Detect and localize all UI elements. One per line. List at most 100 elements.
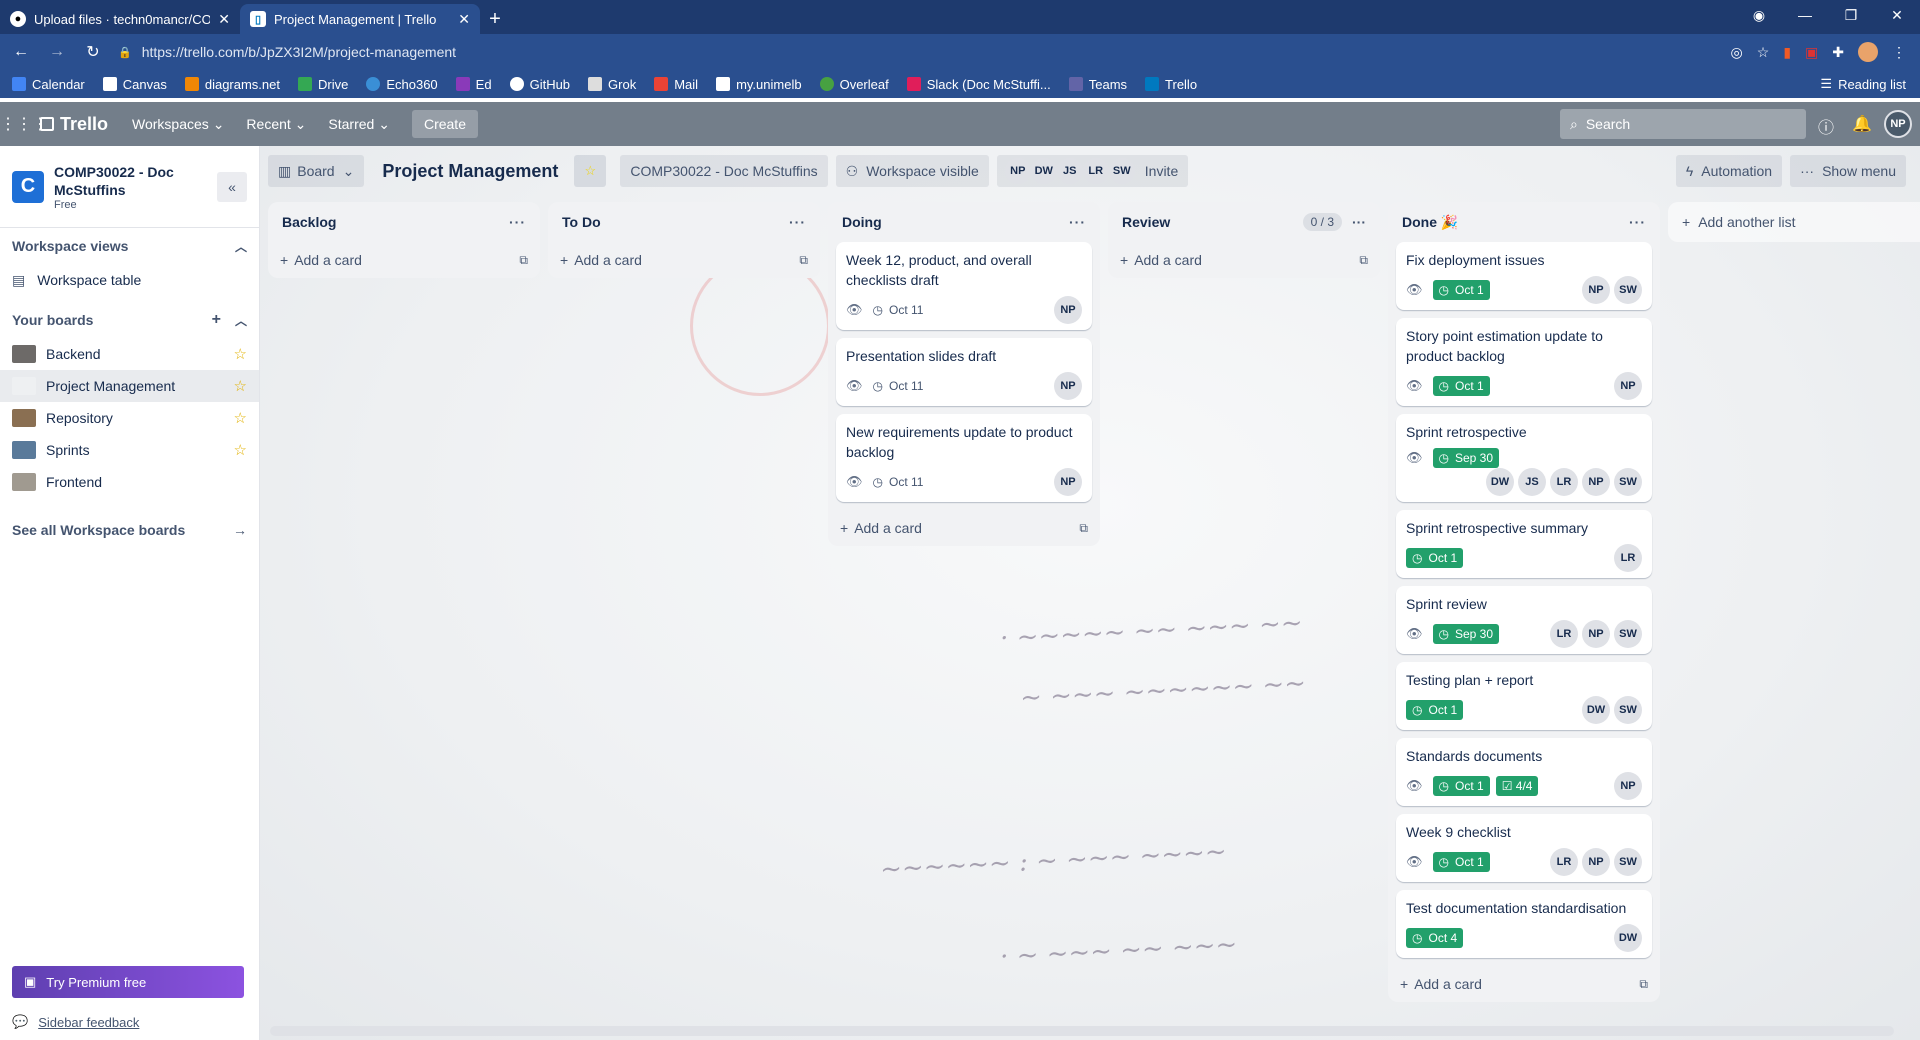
member-avatar[interactable]: NP [1582, 848, 1610, 876]
add-card-button[interactable]: + Add a card ⧉ [1108, 242, 1380, 278]
tracking-icon[interactable]: ◎ [1731, 44, 1743, 61]
member-avatar[interactable]: NP [1582, 276, 1610, 304]
add-card-button[interactable]: + Add a card ⧉ [1388, 966, 1660, 1002]
card[interactable]: Sprint retrospective 👁 ◷ Sep 30 DW JS LR NP SW [1396, 414, 1652, 502]
due-date-badge[interactable]: ◷ Oct 1 [1432, 852, 1490, 872]
tab-search-icon[interactable]: ◉ [1736, 0, 1782, 30]
back-icon[interactable]: ← [6, 43, 36, 61]
sidebar-feedback-link[interactable]: 💬 Sidebar feedback [12, 1014, 139, 1030]
invite-button[interactable]: Invite [1145, 163, 1178, 179]
board-view-switcher[interactable]: ▥ Board ⌄ [268, 155, 365, 187]
card-template-icon[interactable]: ⧉ [1079, 521, 1088, 536]
sidebar-board-project-management[interactable]: Project Management ☆ [0, 370, 259, 402]
bookmark-teams[interactable]: Teams [1068, 77, 1127, 92]
list-title[interactable]: Doing [842, 214, 882, 230]
list-title[interactable]: To Do [562, 214, 601, 230]
member-avatar[interactable]: LR [1550, 848, 1578, 876]
reload-icon[interactable]: ↻ [78, 42, 108, 62]
member-avatar[interactable]: DW [1486, 468, 1514, 496]
member-avatar[interactable]: NP [1614, 372, 1642, 400]
ellipsis-icon[interactable]: ··· [789, 214, 806, 230]
card[interactable]: Sprint retrospective summary ◷ Oct 1 LR [1396, 510, 1652, 578]
due-date-badge[interactable]: ◷ Oct 11 [873, 303, 924, 317]
member-avatar[interactable]: LR [1082, 158, 1109, 184]
due-date-badge[interactable]: ◷ Sep 30 [1432, 624, 1500, 644]
star-icon[interactable]: ☆ [234, 377, 247, 395]
add-card-button[interactable]: + Add a card ⧉ [268, 242, 540, 278]
due-date-badge[interactable]: ◷ Sep 30 [1432, 448, 1500, 468]
member-avatar[interactable]: SW [1614, 848, 1642, 876]
member-avatar[interactable]: DW [1030, 158, 1057, 184]
new-tab-button[interactable]: + [480, 4, 510, 34]
bell-icon[interactable]: 🔔 [1852, 114, 1872, 134]
star-icon[interactable]: ☆ [234, 345, 247, 363]
user-avatar[interactable]: NP [1884, 110, 1912, 138]
chevron-up-icon[interactable]: ︿ [235, 238, 247, 255]
list-header[interactable]: Doing ··· [828, 202, 1100, 242]
forward-icon[interactable]: → [42, 43, 72, 61]
member-avatar[interactable]: DW [1582, 696, 1610, 724]
workspace-name[interactable]: COMP30022 - Doc McStuffins [54, 163, 194, 199]
list-title[interactable]: Review [1122, 214, 1170, 230]
member-avatar[interactable]: LR [1614, 544, 1642, 572]
minimize-icon[interactable]: — [1782, 0, 1828, 30]
starred-menu[interactable]: Starred ⌄ [328, 116, 390, 133]
reading-list[interactable]: ☰ Reading list [1820, 70, 1906, 98]
show-menu-button[interactable]: ··· Show menu [1790, 155, 1906, 187]
list-header[interactable]: Backlog ··· [268, 202, 540, 242]
bookmark-canvas[interactable]: Canvas [102, 77, 167, 92]
card[interactable]: Sprint review 👁 ◷ Sep 30 LR NP SW [1396, 586, 1652, 654]
due-date-badge[interactable]: ◷ Oct 11 [873, 475, 924, 489]
member-avatar[interactable]: DW [1614, 924, 1642, 952]
recent-menu[interactable]: Recent ⌄ [246, 116, 306, 133]
bookmark-mail[interactable]: Mail [654, 77, 698, 92]
app-switcher-icon[interactable]: ⋮⋮⋮ [0, 114, 48, 134]
member-avatar[interactable]: SW [1614, 468, 1642, 496]
close-icon[interactable]: ✕ [458, 11, 470, 28]
member-avatar[interactable]: LR [1550, 468, 1578, 496]
bookmark-ed[interactable]: Ed [455, 77, 492, 92]
list-header[interactable]: Review 0 / 3 ··· [1108, 202, 1380, 242]
member-avatar[interactable]: SW [1108, 158, 1135, 184]
bookmark-myunimelb[interactable]: my.unimelb [716, 77, 802, 92]
list-header[interactable]: To Do ··· [548, 202, 820, 242]
workspace-button[interactable]: COMP30022 - Doc McStuffins [620, 155, 828, 187]
sidebar-board-backend[interactable]: Backend ☆ [0, 338, 259, 370]
url-field[interactable]: 🔒 https://trello.com/b/JpZX3I2M/project-… [118, 38, 1731, 66]
visibility-button[interactable]: ⚇ Workspace visible [835, 155, 989, 187]
puzzle-icon[interactable]: ✚ [1832, 44, 1844, 61]
member-avatar[interactable]: LR [1550, 620, 1578, 648]
due-date-badge[interactable]: ◷ Oct 1 [1406, 700, 1464, 720]
extension-icon[interactable]: ▣ [1805, 44, 1818, 61]
due-date-badge[interactable]: ◷ Oct 11 [873, 379, 924, 393]
member-avatar[interactable]: JS [1056, 158, 1083, 184]
card[interactable]: Standards documents 👁 ◷ Oct 1 ☑ 4/4 NP [1396, 738, 1652, 806]
star-icon[interactable]: ☆ [234, 441, 247, 459]
browser-tab[interactable]: ● Upload files · techn0mancr/COM ✕ [0, 4, 240, 34]
bookmark-github[interactable]: GitHub [509, 77, 570, 92]
card[interactable]: Presentation slides draft 👁 ◷ Oct 11 NP [836, 338, 1092, 406]
create-button[interactable]: Create [411, 110, 478, 138]
member-avatar[interactable]: SW [1614, 696, 1642, 724]
browser-tab-active[interactable]: ▯ Project Management | Trello ✕ [240, 4, 480, 34]
try-premium-button[interactable]: ▣ Try Premium free [12, 966, 244, 998]
chevron-up-icon[interactable]: ︿ [235, 312, 247, 329]
automation-button[interactable]: ϟ Automation [1675, 155, 1783, 187]
workspace-views-header[interactable]: Workspace views ︿ [0, 228, 259, 264]
bookmark-drive[interactable]: Drive [298, 77, 348, 92]
horizontal-scrollbar[interactable] [270, 1026, 1894, 1036]
card[interactable]: Week 9 checklist 👁 ◷ Oct 1 LR NP SW [1396, 814, 1652, 882]
bookmark-calendar[interactable]: Calendar [12, 77, 85, 92]
member-avatar[interactable]: SW [1614, 276, 1642, 304]
close-icon[interactable]: ✕ [218, 11, 230, 28]
collapse-sidebar-button[interactable]: « [217, 171, 247, 202]
card[interactable]: Testing plan + report ◷ Oct 1 DW SW [1396, 662, 1652, 730]
card[interactable]: Week 12, product, and overall checklists… [836, 242, 1092, 330]
bookmark-trello[interactable]: Trello [1145, 77, 1197, 92]
member-avatar[interactable]: NP [1054, 372, 1082, 400]
list-title[interactable]: Backlog [282, 214, 336, 230]
due-date-badge[interactable]: ◷ Oct 1 [1432, 280, 1490, 300]
workspaces-menu[interactable]: Workspaces ⌄ [132, 116, 224, 133]
star-board-button[interactable]: ☆ [574, 155, 607, 187]
sidebar-item-workspace-table[interactable]: ▤ Workspace table [0, 264, 259, 296]
